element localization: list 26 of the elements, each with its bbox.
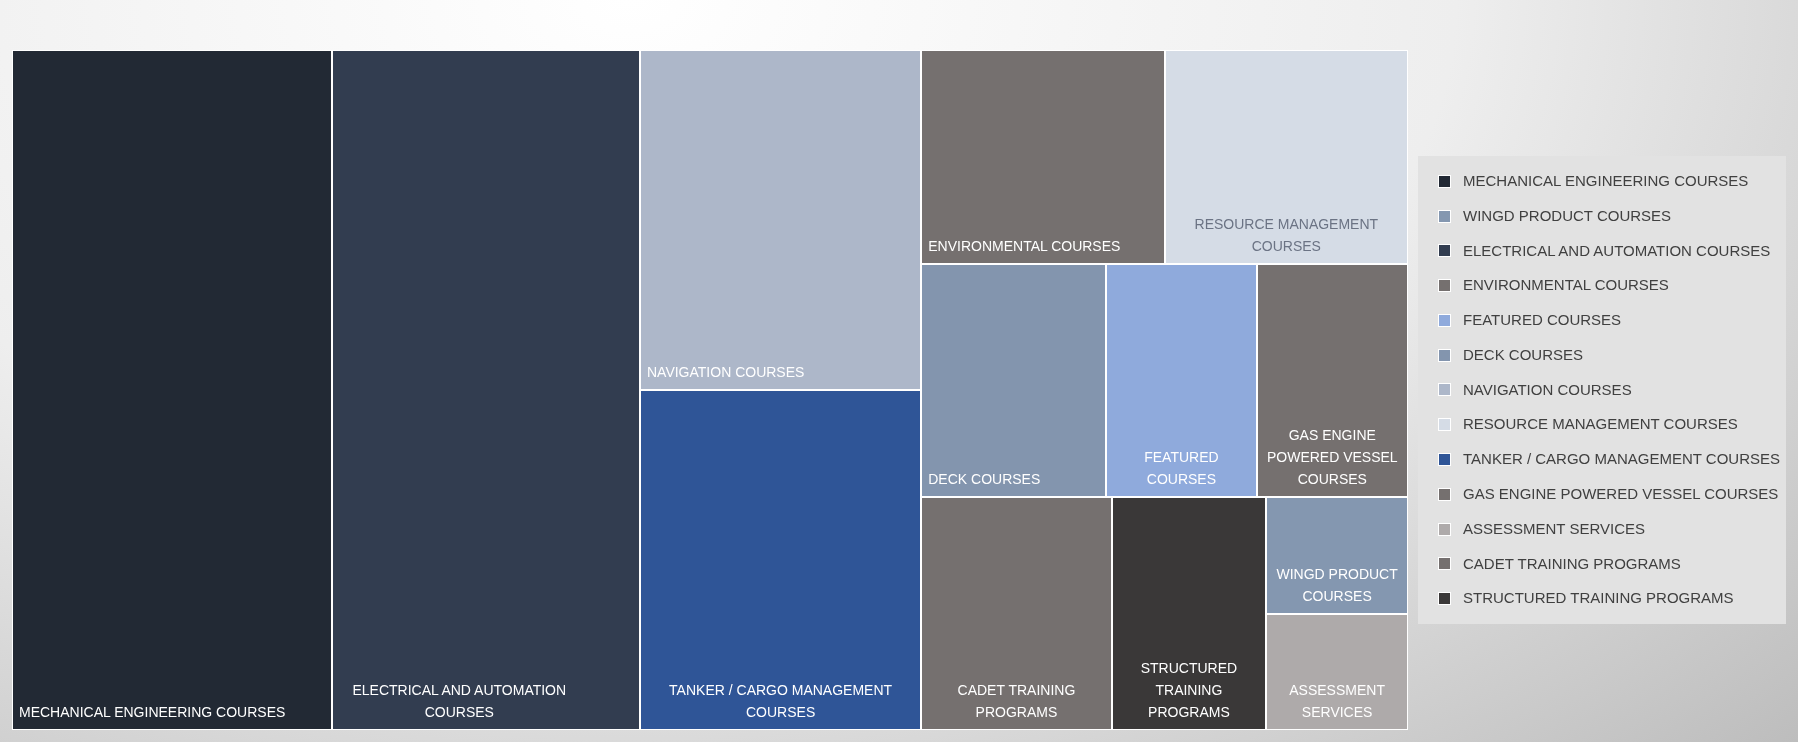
tile-label: ENVIRONMENTAL COURSES bbox=[928, 236, 1121, 256]
tile-label: STRUCTURED TRAINING PROGRAMS bbox=[1139, 659, 1239, 722]
tile-label: DECK COURSES bbox=[928, 469, 1041, 489]
legend-label: GAS ENGINE POWERED VESSEL COURSES bbox=[1463, 484, 1779, 505]
tile-label: TANKER / CARGO MANAGEMENT COURSES bbox=[668, 681, 894, 722]
tile-label: ASSESSMENT SERVICES bbox=[1288, 681, 1386, 722]
tile-label: GAS ENGINE POWERED VESSEL COURSES bbox=[1265, 425, 1399, 489]
tile-label: FEATURED COURSES bbox=[1143, 447, 1220, 489]
legend-label: FEATURED COURSES bbox=[1463, 310, 1622, 331]
legend-label: TANKER / CARGO MANAGEMENT COURSES bbox=[1463, 449, 1780, 470]
legend-label: STRUCTURED TRAINING PROGRAMS bbox=[1463, 588, 1734, 609]
legend-label: NAVIGATION COURSES bbox=[1463, 379, 1632, 400]
tile-label: CADET TRAINING PROGRAMS bbox=[956, 681, 1077, 722]
tile-label: NAVIGATION COURSES bbox=[646, 363, 805, 382]
legend-label: ASSESSMENT SERVICES bbox=[1463, 518, 1645, 539]
legend-label: RESOURCE MANAGEMENT COURSES bbox=[1463, 414, 1738, 435]
legend-label: ENVIRONMENTAL COURSES bbox=[1463, 275, 1669, 296]
tile-label: WINGD PRODUCT COURSES bbox=[1275, 564, 1399, 606]
legend-label: ELECTRICAL AND AUTOMATION COURSES bbox=[1463, 240, 1771, 261]
tile-label: MECHANICAL ENGINEERING COURSES bbox=[19, 703, 286, 722]
tile-label: ELECTRICAL AND AUTOMATION COURSES bbox=[351, 681, 568, 722]
legend-label: CADET TRAINING PROGRAMS bbox=[1463, 553, 1681, 574]
legend-label: DECK COURSES bbox=[1463, 344, 1584, 365]
tile-label: RESOURCE MANAGEMENT COURSES bbox=[1193, 214, 1380, 256]
legend-label: WINGD PRODUCT COURSES bbox=[1463, 205, 1672, 226]
legend-label: MECHANICAL ENGINEERING COURSES bbox=[1463, 171, 1749, 191]
